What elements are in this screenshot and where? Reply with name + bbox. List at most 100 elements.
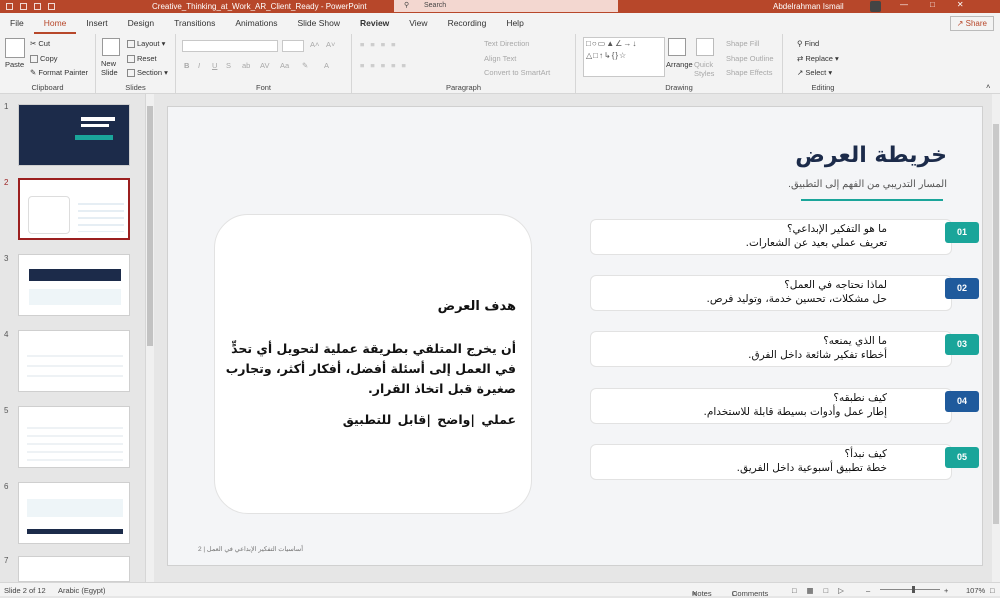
shapes-gallery[interactable]: □○▭▲∠→↓ △□↑↳{}☆ — [583, 37, 665, 77]
save-icon[interactable] — [6, 3, 13, 10]
tab-view[interactable]: View — [399, 13, 437, 34]
arrange-button[interactable]: Arrange — [666, 60, 693, 69]
tab-review[interactable]: Review — [350, 13, 399, 34]
section-button[interactable]: Section ▾ — [127, 68, 168, 78]
tab-design[interactable]: Design — [118, 13, 164, 34]
convert-smartart-button[interactable]: Convert to SmartArt — [484, 68, 550, 77]
language-indicator[interactable]: Arabic (Egypt) — [58, 586, 106, 595]
agenda-item-01[interactable]: 01 ما هو التفكير الإبداعي؟ تعريف عملي بع… — [590, 219, 979, 255]
font-size-dropdown[interactable] — [282, 40, 304, 52]
drawing-group: □○▭▲∠→↓ △□↑↳{}☆ Arrange Quick Styles Shap… — [576, 34, 783, 94]
select-button[interactable]: ↗ Select ▾ — [797, 68, 832, 77]
shape-outline-button[interactable]: Shape Outline — [726, 54, 774, 63]
collapse-ribbon-icon[interactable]: ˄ — [986, 82, 990, 91]
increase-font-icon[interactable]: A˄ — [310, 40, 319, 49]
tab-home[interactable]: Home — [33, 13, 77, 34]
fit-slide-icon[interactable]: □ — [990, 586, 995, 595]
tab-insert[interactable]: Insert — [76, 13, 117, 34]
bold-button[interactable]: B — [184, 61, 189, 70]
slide-thumbnail-3[interactable] — [18, 254, 130, 316]
slide-thumbnail-7[interactable] — [18, 556, 130, 582]
new-slide-icon[interactable] — [102, 38, 120, 56]
item-question: ما الذي يمنعه؟ — [823, 335, 887, 347]
zoom-out-icon[interactable]: – — [866, 586, 870, 595]
arrange-icon[interactable] — [668, 38, 686, 56]
font-color-icon[interactable]: A — [324, 61, 329, 70]
slide-thumbnail-4[interactable] — [18, 330, 130, 392]
section-icon — [127, 69, 135, 78]
font-family-dropdown[interactable] — [182, 40, 278, 52]
tab-file[interactable]: File — [0, 13, 34, 34]
tab-recording[interactable]: Recording — [438, 13, 497, 34]
user-name[interactable]: Abdelrahman Ismail — [773, 2, 844, 11]
quick-styles-button[interactable]: Quick Styles — [694, 60, 720, 78]
strikethrough-button[interactable]: S — [226, 61, 231, 70]
slide-thumbnail-2[interactable] — [18, 178, 130, 240]
shadow-icon[interactable]: ab — [242, 61, 250, 70]
tab-help[interactable]: Help — [496, 13, 533, 34]
zoom-slider[interactable] — [880, 589, 940, 590]
new-slide-button[interactable]: New Slide — [101, 59, 123, 77]
paste-icon[interactable] — [5, 38, 25, 58]
agenda-item-05[interactable]: 05 كيف نبدأ؟ خطة تطبيق أسبوعية داخل الفر… — [590, 444, 979, 480]
share-button[interactable]: ↗ Share — [949, 16, 994, 31]
italic-button[interactable]: I — [198, 61, 200, 70]
slide-title[interactable]: خريطة العرض — [795, 143, 947, 168]
agenda-item-02[interactable]: 02 لماذا نحتاجه في العمل؟ حل مشكلات، تحس… — [590, 275, 979, 311]
replace-button[interactable]: ⇄ Replace ▾ — [797, 54, 839, 63]
slide-thumbnail-6[interactable] — [18, 482, 130, 544]
decrease-font-icon[interactable]: A˅ — [326, 40, 335, 49]
zoom-slider-knob[interactable] — [912, 586, 915, 593]
presentation-goal-box[interactable]: هدف العرض أن يخرج المتلقي بطريقة عملية ل… — [214, 214, 532, 514]
paste-button[interactable]: Paste — [5, 60, 24, 69]
shape-effects-button[interactable]: Shape Effects — [726, 68, 773, 77]
search-icon: ⚲ — [404, 2, 410, 9]
reset-button[interactable]: Reset — [127, 54, 157, 64]
shape-fill-button[interactable]: Shape Fill — [726, 39, 759, 48]
tab-animations[interactable]: Animations — [225, 13, 287, 34]
start-slideshow-icon[interactable] — [48, 3, 55, 10]
minimize-icon[interactable]: — — [900, 0, 908, 9]
agenda-item-03[interactable]: 03 ما الذي يمنعه؟ أخطاء تفكير شائعة داخل… — [590, 331, 979, 367]
slide-subtitle[interactable]: المسار التدريبي من الفهم إلى التطبيق. — [788, 179, 947, 190]
close-icon[interactable]: ✕ — [957, 0, 964, 9]
reset-icon — [127, 55, 135, 64]
slide-thumbnail-5[interactable] — [18, 406, 130, 468]
layout-icon — [127, 40, 135, 49]
scrollbar-thumb[interactable] — [993, 124, 999, 524]
zoom-level[interactable]: 107% — [966, 586, 985, 595]
char-spacing-icon[interactable]: AV — [260, 61, 269, 70]
tab-slide-show[interactable]: Slide Show — [287, 13, 350, 34]
thumb-number: 6 — [4, 482, 9, 491]
align-icons[interactable]: ≡≡≡≡≡ — [360, 61, 412, 70]
agenda-item-04[interactable]: 04 كيف نطبقه؟ إطار عمل وأدوات بسيطة قابل… — [590, 388, 979, 424]
list-icons[interactable]: ≡≡≡≡ — [360, 40, 402, 49]
align-text-button[interactable]: Align Text — [484, 54, 516, 63]
canvas-scrollbar[interactable] — [992, 94, 1000, 582]
maximize-icon[interactable]: □ — [930, 0, 935, 9]
font-group-label: Font — [255, 83, 271, 92]
tab-transitions[interactable]: Transitions — [164, 13, 225, 34]
view-buttons[interactable]: □▦□▷ — [792, 586, 854, 595]
cut-button[interactable]: ✂ Cut — [30, 39, 50, 48]
thumb-subtitle-bar — [81, 124, 109, 127]
redo-icon[interactable] — [34, 3, 41, 10]
underline-button[interactable]: U — [212, 61, 217, 70]
undo-icon[interactable] — [20, 3, 27, 10]
slide-thumbnail-1[interactable] — [18, 104, 130, 166]
slide-2[interactable]: خريطة العرض المسار التدريبي من الفهم إلى… — [167, 106, 983, 566]
zoom-in-icon[interactable]: + — [944, 586, 948, 595]
avatar[interactable] — [870, 1, 881, 12]
text-direction-button[interactable]: Text Direction — [484, 39, 529, 48]
layout-button[interactable]: Layout ▾ — [127, 39, 165, 49]
scrollbar-thumb[interactable] — [147, 106, 153, 346]
find-button[interactable]: ⚲ Find — [797, 39, 819, 48]
change-case-icon[interactable]: Aa — [280, 61, 289, 70]
thumb-number: 4 — [4, 330, 9, 339]
quick-styles-icon[interactable] — [696, 38, 714, 56]
highlight-icon[interactable]: ✎ — [302, 61, 308, 70]
search-box[interactable]: ⚲ Search — [394, 0, 618, 12]
copy-button[interactable]: Copy — [30, 54, 58, 64]
thumbnail-scrollbar[interactable] — [145, 94, 154, 582]
format-painter-button[interactable]: ✎ Format Painter — [30, 68, 88, 77]
